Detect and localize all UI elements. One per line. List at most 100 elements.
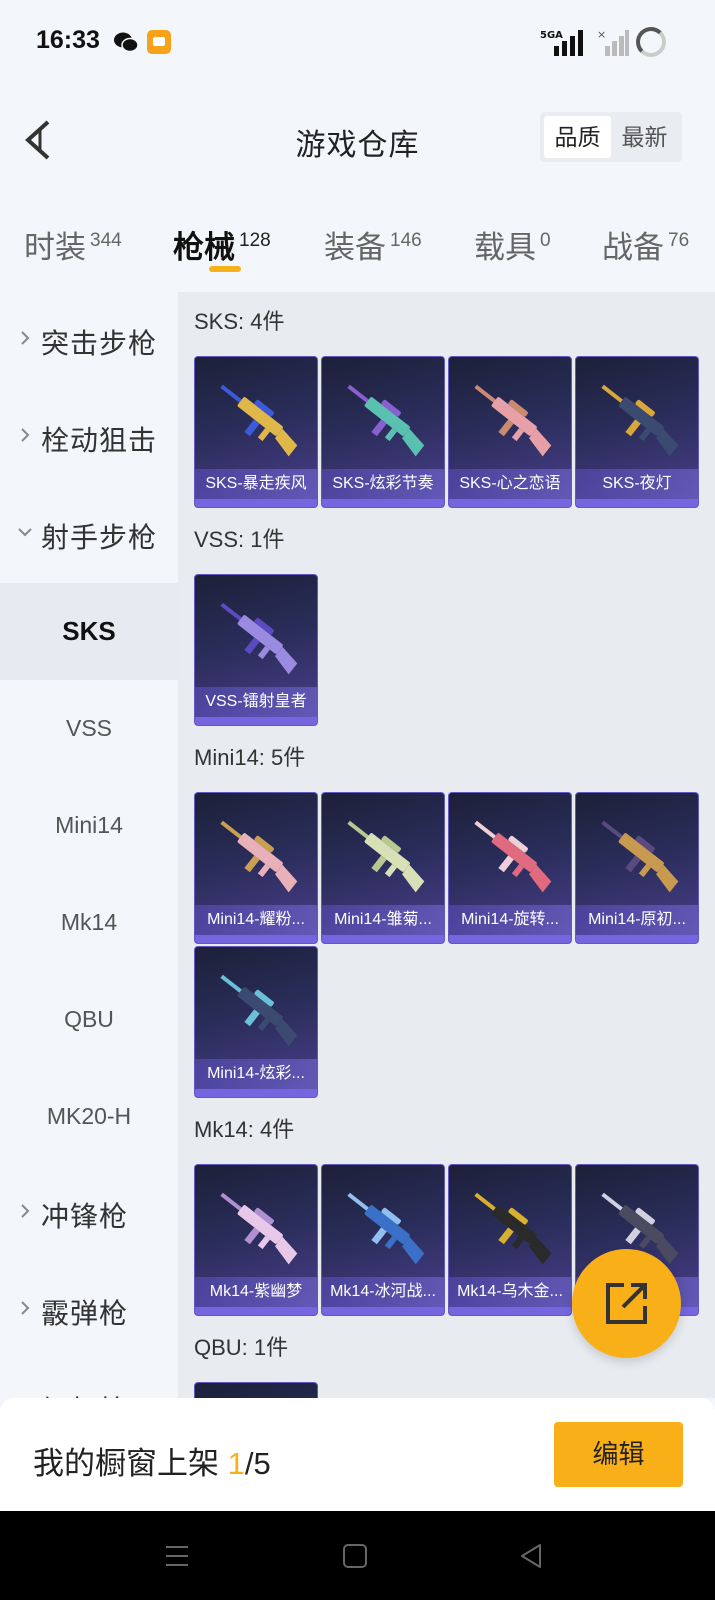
- share-button[interactable]: [572, 1249, 681, 1358]
- sidebar-group-marksman-rifles[interactable]: 射手步枪: [0, 486, 178, 583]
- chevron-right-icon: [21, 428, 30, 442]
- sidebar-group-label: 突击步枪: [41, 328, 158, 359]
- signal-weak-icon: ×: [597, 28, 629, 56]
- rifle-icon: [220, 602, 298, 675]
- sidebar-item-sks[interactable]: SKS: [0, 583, 178, 680]
- rifle-icon: [474, 820, 552, 893]
- skin-card[interactable]: SKS-心之恋语: [448, 356, 572, 508]
- sidebar-group-smgs[interactable]: 冲锋枪: [0, 1165, 178, 1262]
- card-rarity-bar: [195, 935, 317, 943]
- card-rarity-bar: [322, 935, 444, 943]
- skin-list: SKS: 4件 SKS-暴走疾风 SKS-炫彩节奏 SKS-心之恋语 SKS-夜…: [178, 292, 715, 1398]
- card-rarity-bar: [195, 499, 317, 507]
- active-tab-indicator: [209, 266, 241, 272]
- sidebar-item-mini14[interactable]: Mini14: [0, 777, 178, 874]
- tab-count: 128: [239, 230, 271, 251]
- rifle-icon: [474, 384, 552, 457]
- section-title-sks: SKS: 4件: [194, 309, 285, 334]
- skin-card[interactable]: [194, 1382, 318, 1398]
- home-icon[interactable]: [340, 1541, 370, 1571]
- skin-card[interactable]: SKS-夜灯: [575, 356, 699, 508]
- chevron-right-icon: [21, 1204, 30, 1218]
- tab-label: 装备: [324, 230, 386, 265]
- wechat-icon: [114, 32, 139, 53]
- skin-card[interactable]: Mini14-原初...: [575, 792, 699, 944]
- skin-name: SKS-炫彩节奏: [322, 469, 444, 499]
- tab-count: 0: [540, 230, 551, 251]
- tab-fashion[interactable]: 时装 344: [24, 222, 122, 267]
- tab-label: 战备: [602, 230, 664, 265]
- external-link-icon: [606, 1283, 647, 1324]
- svg-text:5GA: 5GA: [540, 30, 563, 41]
- skin-name: Mini14-原初...: [576, 905, 698, 935]
- tab-count: 76: [668, 230, 690, 251]
- card-rarity-bar: [195, 717, 317, 725]
- battery-icon: [636, 27, 666, 57]
- card-rarity-bar: [195, 1307, 317, 1315]
- skin-card[interactable]: SKS-炫彩节奏: [321, 356, 445, 508]
- tab-label: 载具: [474, 230, 536, 265]
- skin-card[interactable]: Mk14-紫幽梦: [194, 1164, 318, 1316]
- chevron-right-icon: [21, 331, 30, 345]
- sidebar-item-mk20h[interactable]: MK20-H: [0, 1068, 178, 1165]
- status-bar: 16:33 5GA ×: [0, 0, 715, 84]
- skin-card[interactable]: Mk14-冰河战...: [321, 1164, 445, 1316]
- showcase-current-count: 1: [227, 1446, 245, 1481]
- edit-button[interactable]: 编辑: [554, 1422, 683, 1487]
- rifle-icon: [347, 820, 425, 893]
- signal-5ga-icon: 5GA: [540, 30, 583, 56]
- sidebar-item-qbu[interactable]: QBU: [0, 971, 178, 1068]
- sidebar-group-label: 射手步枪: [41, 522, 158, 553]
- card-rarity-bar: [576, 935, 698, 943]
- warehouse-screen: 16:33 5GA × 游戏仓库 品质 最新 时装 344 枪械 128 装备 …: [0, 0, 715, 1600]
- sort-newest-button[interactable]: 最新: [611, 116, 678, 158]
- card-rarity-bar: [195, 1089, 317, 1097]
- skin-name: Mk14-乌木金...: [449, 1277, 571, 1307]
- showcase-total-count: /5: [244, 1446, 271, 1481]
- sidebar-group-shotguns[interactable]: 霰弹枪: [0, 1262, 178, 1359]
- skin-card[interactable]: SKS-暴走疾风: [194, 356, 318, 508]
- skin-name: Mini14-耀粉...: [195, 905, 317, 935]
- chevron-down-icon: [18, 528, 32, 537]
- sidebar-group-bolt-snipers[interactable]: 栓动狙击: [0, 389, 178, 486]
- sidebar-group-lmgs[interactable]: 轻机枪: [0, 1359, 178, 1398]
- sidebar-group-assault-rifles[interactable]: 突击步枪: [0, 292, 178, 389]
- rifle-icon: [474, 1192, 552, 1265]
- skin-name: SKS-心之恋语: [449, 469, 571, 499]
- section-title-vss: VSS: 1件: [194, 527, 285, 552]
- rifle-icon: [220, 820, 298, 893]
- showcase-status: 我的橱窗上架 1/5: [33, 1438, 271, 1483]
- sidebar-item-vss[interactable]: VSS: [0, 680, 178, 777]
- sidebar-group-label: 轻机枪: [41, 1389, 128, 1398]
- showcase-bar: 我的橱窗上架 1/5 编辑: [0, 1398, 715, 1511]
- rifle-icon: [220, 1192, 298, 1265]
- tab-count: 344: [90, 230, 122, 251]
- skin-card[interactable]: Mk14-乌木金...: [448, 1164, 572, 1316]
- category-tabs: 时装 344 枪械 128 装备 146 载具 0 战备 76: [0, 212, 715, 282]
- card-rarity-bar: [322, 499, 444, 507]
- skin-card[interactable]: Mini14-雏菊...: [321, 792, 445, 944]
- rifle-icon: [220, 384, 298, 457]
- sidebar-item-mk14[interactable]: Mk14: [0, 874, 178, 971]
- skin-card[interactable]: Mini14-炫彩...: [194, 946, 318, 1098]
- tab-equipment[interactable]: 装备 146: [324, 222, 422, 267]
- chevron-right-icon: [21, 1301, 30, 1315]
- skin-card[interactable]: Mini14-旋转...: [448, 792, 572, 944]
- skin-card[interactable]: VSS-镭射皇者: [194, 574, 318, 726]
- tab-label: 时装: [24, 230, 86, 265]
- tab-label: 枪械: [173, 230, 235, 265]
- menu-icon[interactable]: [162, 1541, 192, 1571]
- back-nav-icon[interactable]: [516, 1541, 546, 1571]
- tab-firearms[interactable]: 枪械 128: [173, 222, 271, 267]
- tab-supplies[interactable]: 战备 76: [602, 222, 689, 267]
- notification-app-icon: [147, 30, 171, 54]
- tab-vehicles[interactable]: 载具 0: [474, 222, 551, 267]
- sidebar-group-label: 霰弹枪: [41, 1298, 129, 1329]
- card-rarity-bar: [449, 935, 571, 943]
- skin-card[interactable]: Mini14-耀粉...: [194, 792, 318, 944]
- svg-text:×: ×: [597, 28, 606, 41]
- sidebar-group-label: 栓动狙击: [41, 425, 158, 456]
- skin-name: SKS-暴走疾风: [195, 469, 317, 499]
- sort-quality-button[interactable]: 品质: [544, 116, 611, 158]
- skin-name: Mini14-雏菊...: [322, 905, 444, 935]
